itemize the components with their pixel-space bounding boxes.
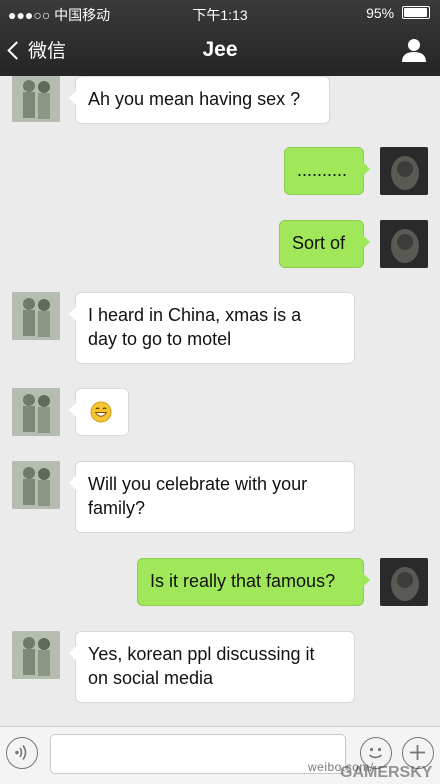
voice-button[interactable] [6,737,38,769]
avatar-me-image [380,558,428,606]
message-text-line-1: I heard in China, xmas is a [88,305,302,325]
avatar-jee-image [12,292,60,340]
top-bar: ●●●○○ 中国移动 下午1:13 95% 微信 Jee [0,0,440,76]
message-text: Sort of [292,233,346,253]
message-bubble-2[interactable]: .......... [284,147,370,195]
message-bubble-8[interactable]: Yes, korean ppl discussing it on social … [69,631,355,703]
battery-area: 95% [366,5,430,21]
avatar-jee[interactable] [12,292,60,340]
battery-percent: 95% [366,5,395,21]
message-input[interactable] [50,734,346,774]
message-text: Is it really that famous? [150,571,336,591]
message-text: .......... [297,160,348,180]
grin-emoji-icon [90,401,112,423]
avatar-jee[interactable] [12,76,60,122]
avatar-jee-image [12,76,60,122]
message-text-line-1: Yes, korean ppl discussing it [88,644,315,664]
avatar-jee[interactable] [12,388,60,436]
avatar-me[interactable] [380,220,428,268]
message-bubble-5[interactable] [69,388,129,436]
message-text: Ah you mean having sex ? [88,89,301,109]
avatar-me-image [380,147,428,195]
avatar-me[interactable] [380,147,428,195]
battery-fill [404,8,427,17]
battery-icon [402,6,430,19]
avatar-me-image [380,220,428,268]
avatar-me[interactable] [380,558,428,606]
avatar-jee-image [12,631,60,679]
watermark-logo: GAMERSKY [340,764,433,781]
person-icon[interactable] [400,36,428,64]
message-bubble-3[interactable]: Sort of [279,220,370,268]
message-bubble-1[interactable]: Ah you mean having sex ? [69,76,330,124]
status-bar: ●●●○○ 中国移动 下午1:13 95% [0,0,440,26]
avatar-jee[interactable] [12,631,60,679]
plus-icon [410,745,425,760]
avatar-jee-image [12,388,60,436]
avatar-jee-image [12,461,60,509]
message-text-line-2: family? [88,498,146,518]
chat-area[interactable]: Ah you mean having sex ? .......... Sort… [0,76,440,726]
nav-bar: 微信 Jee [0,26,440,76]
avatar-jee[interactable] [12,461,60,509]
message-text-line-1: Will you celebrate with your [88,474,308,494]
message-bubble-7[interactable]: Is it really that famous? [137,558,370,606]
message-bubble-4[interactable]: I heard in China, xmas is a day to go to… [69,292,355,364]
message-text-line-2: on social media [88,668,214,688]
chat-title: Jee [202,38,238,61]
voice-icon [15,745,27,760]
message-text-line-2: day to go to motel [88,329,232,349]
message-bubble-6[interactable]: Will you celebrate with your family? [69,461,355,533]
